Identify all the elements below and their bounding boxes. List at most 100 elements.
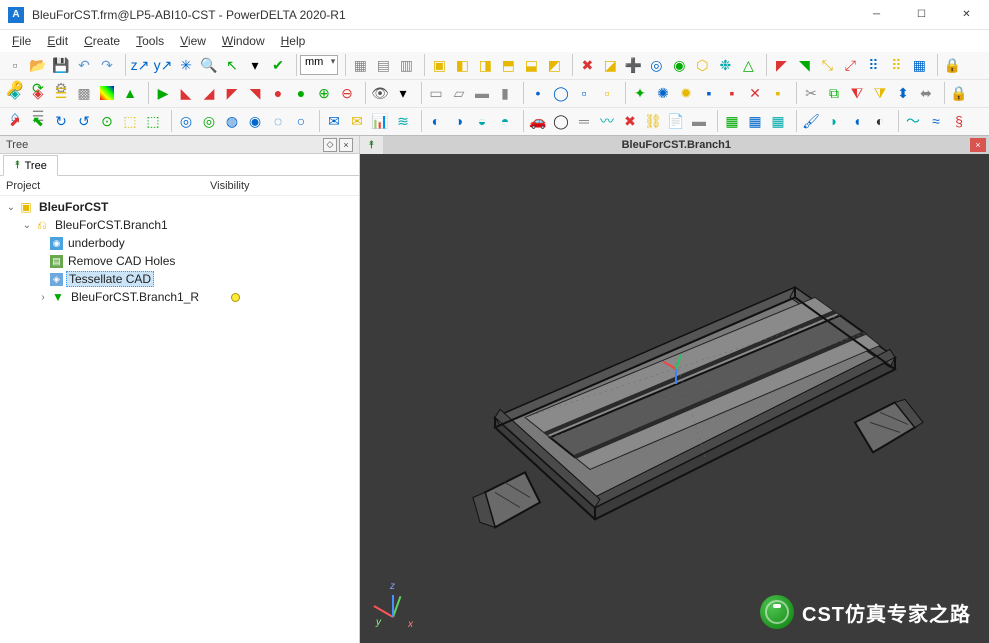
grid-icon[interactable]: ▦ (349, 54, 371, 76)
r3-rot2-icon[interactable]: ↺ (73, 110, 95, 132)
r2-yelsq-icon[interactable]: ▪ (767, 82, 789, 104)
close-button[interactable]: ✕ (944, 0, 989, 30)
sel-yellow-icon[interactable]: ◪ (599, 54, 621, 76)
r2-merge-icon[interactable]: ⧩ (869, 82, 891, 104)
red-diag-icon[interactable]: ◤ (770, 54, 792, 76)
tree-node-branch-r[interactable]: › ▼ BleuForCST.Branch1_R (0, 288, 359, 306)
r2-redx-icon[interactable]: ✕ (744, 82, 766, 104)
r3-c2-icon[interactable]: ◎ (198, 110, 220, 132)
expand-icon[interactable]: ⌄ (20, 220, 34, 231)
visibility-dot-icon[interactable] (231, 293, 240, 302)
menu-create[interactable]: Create (76, 32, 128, 50)
check-icon[interactable]: ✔ (267, 54, 289, 76)
green-diag-icon[interactable]: ◥ (793, 54, 815, 76)
r2-play-icon[interactable]: ▶ (152, 82, 174, 104)
r3-nav2-icon[interactable]: ⬉ (27, 110, 49, 132)
r2-greencirc-icon[interactable]: ● (290, 82, 312, 104)
r2-redsq-icon[interactable]: ▪ (721, 82, 743, 104)
r3-spring-icon[interactable]: § (948, 110, 970, 132)
circle2-icon[interactable]: ◉ (668, 54, 690, 76)
add-green-icon[interactable]: ➕ (622, 54, 644, 76)
r3-c5-icon[interactable]: ◌ (267, 110, 289, 132)
spiral-icon[interactable]: ❉ (714, 54, 736, 76)
del-red-icon[interactable]: ✖ (576, 54, 598, 76)
view1-icon[interactable]: ▥ (395, 54, 417, 76)
layers-icon[interactable]: ▤ (372, 54, 394, 76)
r2-box-icon[interactable]: ▫ (596, 82, 618, 104)
box-yellow-icon[interactable]: ▣ (428, 54, 450, 76)
r2-circadd-icon[interactable]: ⊕ (313, 82, 335, 104)
r3-proj-icon[interactable]: ◗ (823, 110, 845, 132)
r3-chain-icon[interactable]: ⛓ (642, 110, 664, 132)
r2-icon-2[interactable]: ◈ (27, 82, 49, 104)
tree-float-button[interactable]: ◇ (323, 138, 337, 152)
r2-lock2-icon[interactable]: 🔒 (948, 82, 970, 104)
r2-eye-icon[interactable]: 👁 (369, 82, 391, 104)
r2-redcirc-icon[interactable]: ● (267, 82, 289, 104)
r3-brush-icon[interactable]: 🖌 (800, 110, 822, 132)
r2-spark-icon[interactable]: ✹ (675, 82, 697, 104)
tree-node-underbody[interactable]: ◉ underbody (0, 234, 359, 252)
viewport-canvas[interactable]: x y z CST仿真专家之路 (360, 154, 989, 643)
r3-tire-icon[interactable]: ◯ (550, 110, 572, 132)
cube5-icon[interactable]: ◩ (543, 54, 565, 76)
r2-cut-icon[interactable]: ✂ (800, 82, 822, 104)
expand-icon[interactable]: ⌄ (4, 202, 18, 213)
menu-edit[interactable]: Edit (39, 32, 76, 50)
save-icon[interactable]: 💾 (50, 54, 72, 76)
r2-slab-icon[interactable]: ▮ (494, 82, 516, 104)
red-resize-icon[interactable]: ⤢ (839, 54, 861, 76)
lock-icon[interactable]: 🔒 (941, 54, 963, 76)
undo-icon[interactable]: ↶ (73, 54, 95, 76)
r3-c6-icon[interactable]: ○ (290, 110, 312, 132)
r3-sel2-icon[interactable]: ⬚ (142, 110, 164, 132)
tree-node-root[interactable]: ⌄ ▣ BleuForCST (0, 198, 359, 216)
r2-plate-icon[interactable]: ▬ (471, 82, 493, 104)
yel-pts-icon[interactable]: ⠿ (885, 54, 907, 76)
open-icon[interactable]: 📂 (27, 54, 49, 76)
r2-circsub-icon[interactable]: ⊖ (336, 82, 358, 104)
tree-node-tessellate[interactable]: ◈ Tessellate CAD (0, 270, 359, 288)
hex-icon[interactable]: ⬡ (691, 54, 713, 76)
r2-tri-icon[interactable]: ▲ (119, 82, 141, 104)
r3-c1-icon[interactable]: ◎ (175, 110, 197, 132)
r2-angle2-icon[interactable]: ◢ (198, 82, 220, 104)
r2-angle3-icon[interactable]: ◤ (221, 82, 243, 104)
r2-bluesq-icon[interactable]: ▪ (698, 82, 720, 104)
r2-dd-icon[interactable]: ▾ (392, 82, 414, 104)
r3-c3-icon[interactable]: ◍ (221, 110, 243, 132)
axis-y-icon[interactable]: y↗ (152, 54, 174, 76)
r2-split-icon[interactable]: ⧨ (846, 82, 868, 104)
redo-icon[interactable]: ↷ (96, 54, 118, 76)
viewport-close-button[interactable]: × (970, 138, 986, 152)
r3-g2-icon[interactable]: ▦ (744, 110, 766, 132)
pointer-icon[interactable]: ↖ (221, 54, 243, 76)
tree-close-button[interactable]: × (339, 138, 353, 152)
r3-sel1-icon[interactable]: ⬚ (119, 110, 141, 132)
r3-road-icon[interactable]: ═ (573, 110, 595, 132)
menu-file[interactable]: File (4, 32, 39, 50)
r3-c4-icon[interactable]: ◉ (244, 110, 266, 132)
units-select[interactable]: mm (300, 55, 338, 75)
menu-tools[interactable]: Tools (128, 32, 172, 50)
r2-sheet-icon[interactable]: ▭ (425, 82, 447, 104)
expand-icon[interactable]: › (36, 292, 50, 303)
r2-dot-icon[interactable]: • (527, 82, 549, 104)
r2-mesh-icon[interactable]: ▩ (73, 82, 95, 104)
r3-rot-icon[interactable]: ↻ (50, 110, 72, 132)
r2-angle-icon[interactable]: ◣ (175, 82, 197, 104)
r2-ring-icon[interactable]: ◯ (550, 82, 572, 104)
r3-half-icon[interactable]: ◐ (869, 110, 891, 132)
r3-clip-icon[interactable]: ◖ (846, 110, 868, 132)
dropdown-arrow-icon[interactable]: ▾ (244, 54, 266, 76)
r2-join-icon[interactable]: ⧉ (823, 82, 845, 104)
snap-icon[interactable]: ✳ (175, 54, 197, 76)
cube3-icon[interactable]: ⬒ (497, 54, 519, 76)
r3-wave2-icon[interactable]: ≈ (925, 110, 947, 132)
circle-plane-icon[interactable]: ◎ (645, 54, 667, 76)
r3-curve-icon[interactable]: 〰 (596, 110, 618, 132)
r3-g3-icon[interactable]: ▦ (767, 110, 789, 132)
r2-icon-1[interactable]: ◈ (4, 82, 26, 104)
cube2-icon[interactable]: ◨ (474, 54, 496, 76)
menu-view[interactable]: View (172, 32, 214, 50)
